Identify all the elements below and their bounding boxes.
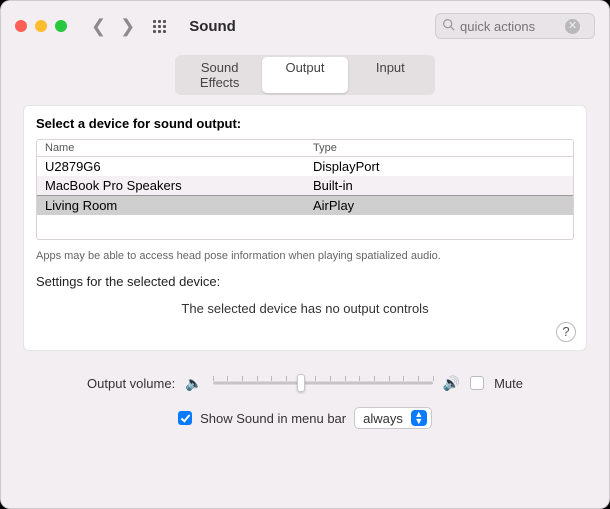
mute-checkbox[interactable] <box>470 376 484 390</box>
minimize-button[interactable] <box>35 20 47 32</box>
help-button[interactable]: ? <box>556 322 576 342</box>
search-input[interactable] <box>460 19 560 34</box>
titlebar: ❮ ❯ Sound ✕ <box>1 1 609 51</box>
slider-knob[interactable] <box>297 374 305 392</box>
settings-label: Settings for the selected device: <box>36 274 574 289</box>
content-area: Sound Effects Output Input Select a devi… <box>1 51 609 508</box>
chevron-up-down-icon: ▲▼ <box>411 410 427 426</box>
show-in-menubar-checkbox[interactable] <box>178 411 192 425</box>
mute-label: Mute <box>494 376 523 391</box>
table-row-empty <box>37 215 573 239</box>
window-title: Sound <box>189 18 236 35</box>
output-panel: Select a device for sound output: Name T… <box>23 105 587 351</box>
panel-heading: Select a device for sound output: <box>36 116 574 131</box>
close-button[interactable] <box>15 20 27 32</box>
tab-input[interactable]: Input <box>348 57 433 93</box>
no-controls-message: The selected device has no output contro… <box>36 301 574 316</box>
menubar-mode-popup[interactable]: always ▲▼ <box>354 407 432 429</box>
menubar-row: Show Sound in menu bar always ▲▼ <box>23 407 587 429</box>
search-field[interactable]: ✕ <box>435 13 595 39</box>
table-header: Name Type <box>37 140 573 157</box>
device-table: Name Type U2879G6 DisplayPort MacBook Pr… <box>36 139 574 240</box>
sound-preferences-window: ❮ ❯ Sound ✕ Sound Effects Output Input S… <box>0 0 610 509</box>
volume-row: Output volume: 🔈 <box>23 373 587 393</box>
tab-sound-effects[interactable]: Sound Effects <box>177 57 262 93</box>
table-row[interactable]: Living Room AirPlay <box>37 196 573 215</box>
forward-button[interactable]: ❯ <box>120 16 135 37</box>
speaker-low-icon: 🔈 <box>185 375 202 392</box>
nav-buttons: ❮ ❯ <box>91 16 135 37</box>
table-row[interactable]: U2879G6 DisplayPort <box>37 157 573 176</box>
volume-label: Output volume: <box>87 376 175 391</box>
col-name[interactable]: Name <box>37 140 305 156</box>
clear-search-icon[interactable]: ✕ <box>565 19 580 34</box>
back-button[interactable]: ❮ <box>91 16 106 37</box>
search-icon <box>442 18 455 34</box>
tab-selector: Sound Effects Output Input <box>175 55 435 95</box>
tab-output[interactable]: Output <box>262 57 347 93</box>
speaker-high-icon: 🔊 <box>443 375 460 392</box>
popup-value: always <box>363 411 403 426</box>
zoom-button[interactable] <box>55 20 67 32</box>
volume-slider[interactable] <box>213 373 433 393</box>
window-controls <box>15 20 67 32</box>
spatial-audio-note: Apps may be able to access head pose inf… <box>36 250 574 262</box>
col-type[interactable]: Type <box>305 140 573 156</box>
table-row[interactable]: MacBook Pro Speakers Built-in <box>37 176 573 195</box>
show-in-menubar-label: Show Sound in menu bar <box>200 411 346 426</box>
show-all-icon[interactable] <box>153 18 169 34</box>
